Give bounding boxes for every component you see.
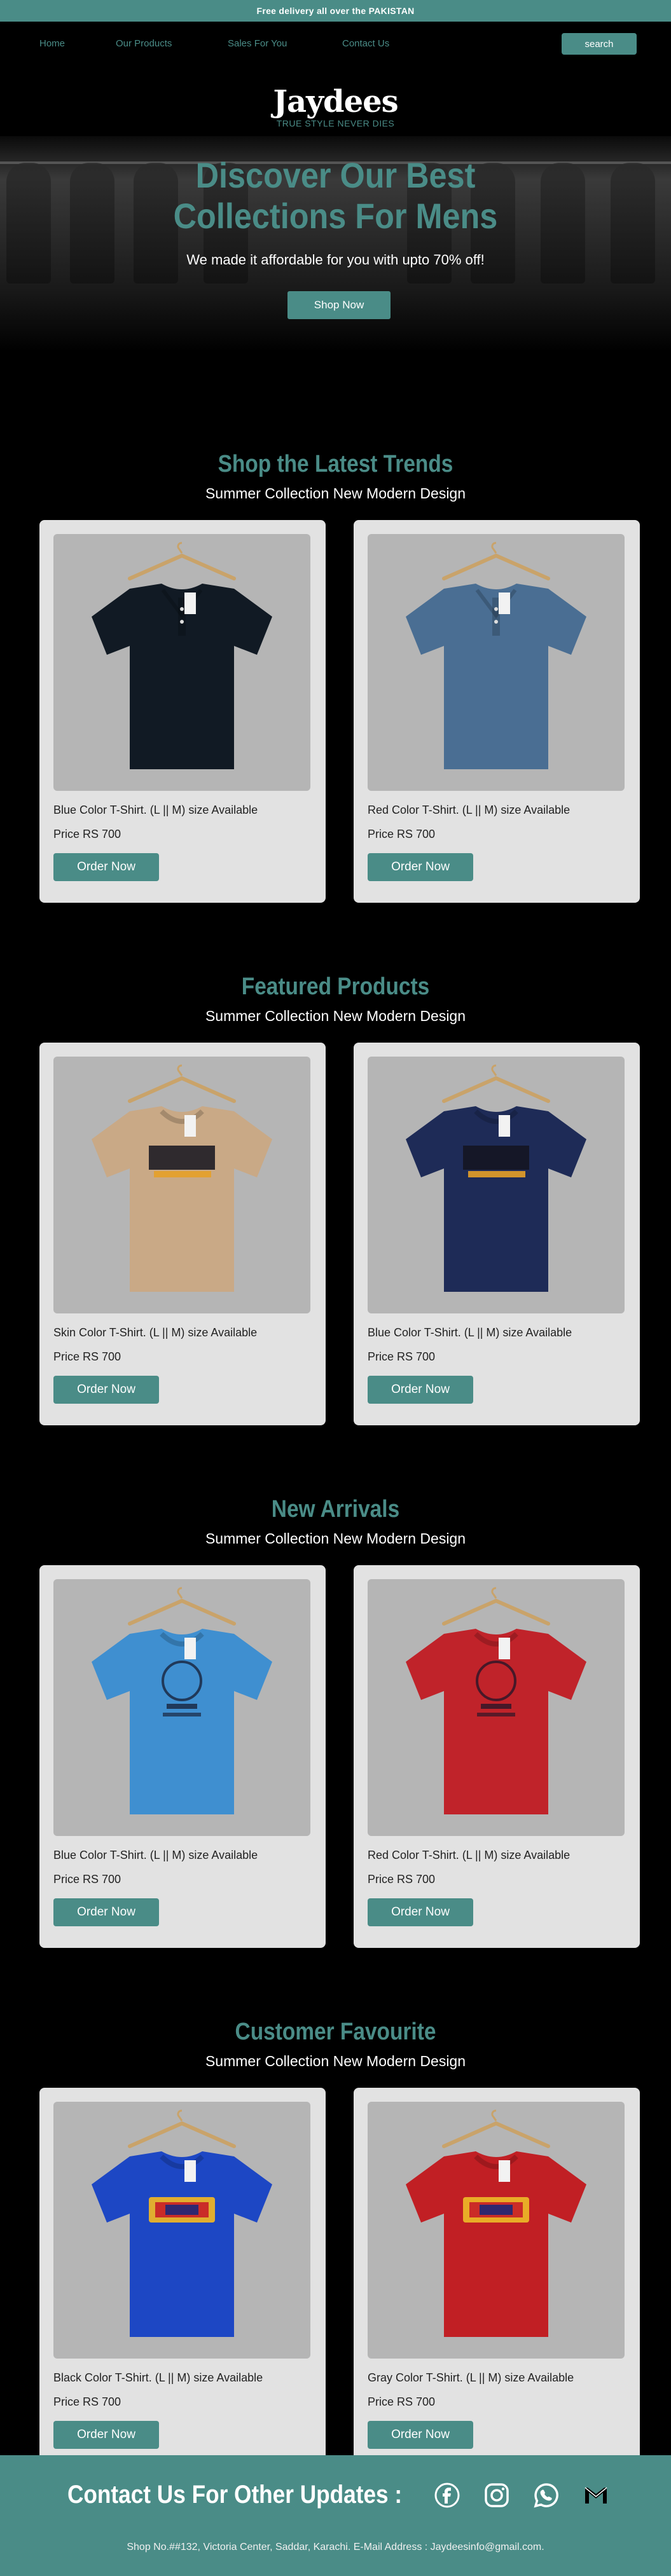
product-price: Price RS 700 <box>368 1873 436 1886</box>
product-card: Blue Color T-Shirt. (L || M) size Availa… <box>39 520 326 903</box>
product-image <box>368 2102 625 2359</box>
tshirt-illustration <box>92 1064 272 1292</box>
footer-title: Contact Us For Other Updates : <box>67 2481 403 2509</box>
tshirt-illustration <box>406 542 586 769</box>
brand-logo[interactable]: Jaydees TRUE STYLE NEVER DIES <box>0 84 671 128</box>
tshirt-illustration <box>406 1064 586 1292</box>
main-nav: Home Our Products Sales For You Contact … <box>0 22 671 66</box>
product-title: Gray Color T-Shirt. (L || M) size Availa… <box>368 2371 574 2384</box>
tshirt-illustration <box>406 1587 586 1814</box>
order-now-button[interactable]: Order Now <box>368 1376 473 1404</box>
product-card: Red Color T-Shirt. (L || M) size Availab… <box>354 1565 640 1948</box>
product-card: Blue Color T-Shirt. (L || M) size Availa… <box>354 1043 640 1425</box>
footer-address: Shop No.##132, Victoria Center, Saddar, … <box>127 2542 544 2552</box>
product-price: Price RS 700 <box>368 1350 436 1363</box>
product-price: Price RS 700 <box>53 1873 121 1886</box>
section-subtitle: Summer Collection New Modern Design <box>205 2053 466 2069</box>
nav-contact-us[interactable]: Contact Us <box>342 38 389 49</box>
logo-text: Jaydees <box>273 84 398 120</box>
order-now-button[interactable]: Order Now <box>53 1376 159 1404</box>
instagram-icon[interactable] <box>483 2482 510 2509</box>
product-title: Blue Color T-Shirt. (L || M) size Availa… <box>53 804 258 816</box>
product-image <box>368 534 625 791</box>
promo-banner: Free delivery all over the PAKISTAN <box>0 0 671 22</box>
tshirt-illustration <box>92 542 272 769</box>
nav-our-products[interactable]: Our Products <box>116 38 172 49</box>
section-title: Featured Products <box>241 973 430 1000</box>
section-new-arrivals: New Arrivals Summer Collection New Moder… <box>0 1496 671 2018</box>
whatsapp-icon[interactable] <box>533 2482 560 2509</box>
section-latest-trends: Shop the Latest Trends Summer Collection… <box>0 451 671 973</box>
product-image <box>53 1057 310 1313</box>
search-button[interactable]: search <box>562 33 637 55</box>
order-now-button[interactable]: Order Now <box>53 853 159 881</box>
product-image <box>368 1579 625 1836</box>
product-title: Blue Color T-Shirt. (L || M) size Availa… <box>53 1849 258 1861</box>
logo-tagline: TRUE STYLE NEVER DIES <box>276 118 395 128</box>
hero-title-line1: Discover Our Best <box>195 155 476 195</box>
product-card: Black Color T-Shirt. (L || M) size Avail… <box>39 2088 326 2470</box>
hero-subtitle: We made it affordable for you with upto … <box>186 252 485 268</box>
product-title: Skin Color T-Shirt. (L || M) size Availa… <box>53 1326 258 1339</box>
hero-title: Discover Our Best Collections For Mens <box>34 155 638 236</box>
order-now-button[interactable]: Order Now <box>368 853 473 881</box>
product-title: Blue Color T-Shirt. (L || M) size Availa… <box>368 1326 572 1339</box>
product-image <box>368 1057 625 1313</box>
product-image <box>53 1579 310 1836</box>
product-card: Skin Color T-Shirt. (L || M) size Availa… <box>39 1043 326 1425</box>
hero-title-line2: Collections For Mens <box>173 196 498 236</box>
tshirt-illustration <box>406 2109 586 2337</box>
tshirt-illustration <box>92 2109 272 2337</box>
product-price: Price RS 700 <box>53 2395 121 2408</box>
order-now-button[interactable]: Order Now <box>368 2421 473 2449</box>
section-title: New Arrivals <box>271 1496 400 1523</box>
product-title: Red Color T-Shirt. (L || M) size Availab… <box>368 804 571 816</box>
section-subtitle: Summer Collection New Modern Design <box>205 1530 466 1547</box>
product-card: Gray Color T-Shirt. (L || M) size Availa… <box>354 2088 640 2470</box>
shop-now-button[interactable]: Shop Now <box>287 291 391 319</box>
product-image <box>53 534 310 791</box>
product-price: Price RS 700 <box>53 828 121 840</box>
product-price: Price RS 700 <box>53 1350 121 1363</box>
section-subtitle: Summer Collection New Modern Design <box>205 485 466 502</box>
product-price: Price RS 700 <box>368 828 436 840</box>
nav-sales-for-you[interactable]: Sales For You <box>228 38 287 49</box>
contact-footer: Contact Us For Other Updates : Shop No.#… <box>0 2455 671 2576</box>
product-title: Red Color T-Shirt. (L || M) size Availab… <box>368 1849 571 1861</box>
product-card: Red Color T-Shirt. (L || M) size Availab… <box>354 520 640 903</box>
product-title: Black Color T-Shirt. (L || M) size Avail… <box>53 2371 263 2384</box>
order-now-button[interactable]: Order Now <box>53 2421 159 2449</box>
tshirt-illustration <box>92 1587 272 1814</box>
section-title: Shop the Latest Trends <box>218 451 453 477</box>
hero-banner: Jaydees TRUE STYLE NEVER DIES Discover O… <box>0 66 671 381</box>
facebook-icon[interactable] <box>434 2482 460 2509</box>
product-price: Price RS 700 <box>368 2395 436 2408</box>
nav-home[interactable]: Home <box>39 38 65 49</box>
section-subtitle: Summer Collection New Modern Design <box>205 1008 466 1024</box>
section-title: Customer Favourite <box>235 2018 436 2045</box>
gmail-icon[interactable] <box>583 2482 609 2509</box>
order-now-button[interactable]: Order Now <box>368 1898 473 1926</box>
product-image <box>53 2102 310 2359</box>
product-card: Blue Color T-Shirt. (L || M) size Availa… <box>39 1565 326 1948</box>
section-featured-products: Featured Products Summer Collection New … <box>0 973 671 1496</box>
order-now-button[interactable]: Order Now <box>53 1898 159 1926</box>
